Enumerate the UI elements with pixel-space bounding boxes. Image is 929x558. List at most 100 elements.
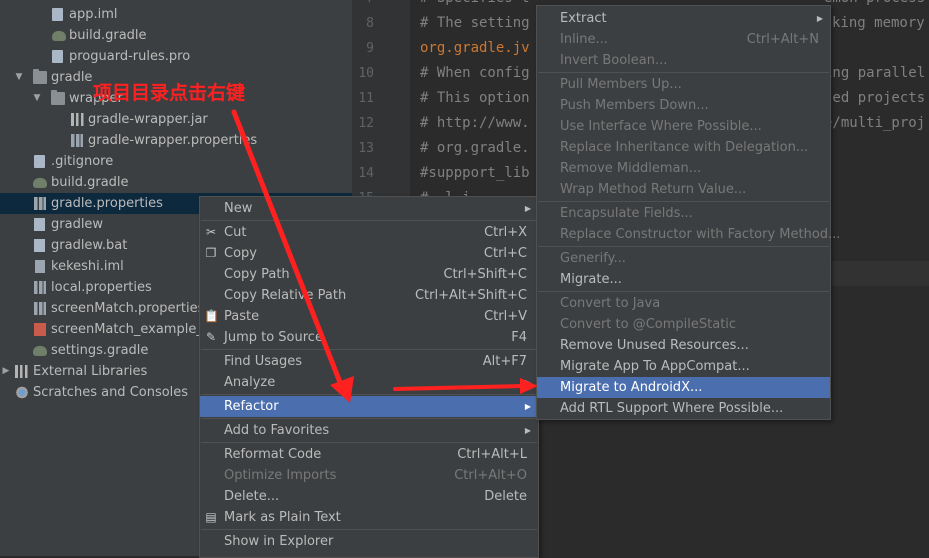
menu-item-replace-constructor[interactable]: Replace Constructor with Factory Method.… (537, 224, 840, 245)
menu-item-add-rtl-support[interactable]: Add RTL Support Where Possible... (537, 398, 830, 419)
menu-separator (201, 529, 537, 530)
tree-item-build-gradle-app[interactable]: build.gradle (0, 25, 352, 46)
tree-item-gitignore[interactable]: .gitignore (0, 151, 352, 172)
menu-item-convert-to-java[interactable]: Convert to Java (537, 293, 830, 314)
plain-text-icon: ▤ (205, 510, 217, 524)
gradle-icon (33, 178, 47, 188)
code-line-fragment: led projects (824, 90, 926, 106)
menu-item-paste[interactable]: 📋 Paste Ctrl+V (200, 306, 538, 327)
menu-item-optimize-imports[interactable]: Optimize Imports Ctrl+Alt+O (200, 465, 538, 486)
tree-item-proguard-rules[interactable]: proguard-rules.pro (0, 46, 352, 67)
menu-item-label: Inline... (560, 32, 608, 47)
menu-item-add-to-favorites[interactable]: Add to Favorites ▶ (200, 420, 538, 441)
pencil-icon: ✎ (205, 330, 217, 344)
menu-item-show-in-explorer[interactable]: Show in Explorer (200, 531, 538, 552)
menu-item-delete[interactable]: Delete... Delete (200, 486, 538, 507)
menu-item-shortcut: F4 (511, 330, 527, 345)
menu-item-jump-to-source[interactable]: ✎ Jump to Source F4 (200, 327, 538, 348)
menu-item-migrate-to-androidx[interactable]: Migrate to AndroidX... (537, 377, 830, 398)
shell-file-icon (34, 239, 45, 252)
menu-item-label: Wrap Method Return Value... (560, 182, 747, 197)
expand-arrow-icon[interactable]: ▼ (13, 67, 25, 88)
tree-item-label: app.iml (69, 7, 118, 22)
menu-item-copy-relative-path[interactable]: Copy Relative Path Ctrl+Alt+Shift+C (200, 285, 538, 306)
code-line: # When config (420, 65, 530, 81)
submenu-arrow-icon: ▶ (524, 426, 531, 435)
code-line: # Specifies t (420, 0, 530, 11)
code-line-fragment: ing parallel (824, 65, 926, 81)
menu-item-remove-middleman[interactable]: Remove Middleman... (537, 158, 830, 179)
menu-item-label: Show in Explorer (224, 534, 334, 549)
tree-item-gradle-wrapper-jar[interactable]: gradle-wrapper.jar (0, 109, 352, 130)
code-line: # http://www. (420, 115, 530, 131)
menu-separator (538, 291, 829, 292)
code-line: # This option (420, 90, 530, 106)
properties-icon (34, 302, 46, 315)
menu-item-copy[interactable]: ❐ Copy Ctrl+C (200, 243, 538, 264)
line-number: 10 (358, 66, 374, 81)
menu-item-label: Push Members Down... (560, 98, 709, 113)
menu-item-label: Copy Path (224, 267, 290, 282)
menu-item-analyze[interactable]: Analyze ▶ (200, 372, 538, 393)
module-file-icon (35, 260, 45, 273)
tree-item-build-gradle-root[interactable]: build.gradle (0, 172, 352, 193)
submenu-arrow-icon: ▶ (524, 402, 531, 411)
menu-item-label: Copy (224, 246, 257, 261)
submenu-arrow-icon: ▶ (524, 204, 531, 213)
menu-item-pull-members-up[interactable]: Pull Members Up... (537, 74, 830, 95)
menu-item-wrap-method-return-value[interactable]: Wrap Method Return Value... (537, 179, 830, 200)
menu-item-label: Reformat Code (224, 447, 322, 462)
scissors-icon: ✂ (205, 225, 217, 239)
menu-item-convert-to-compilestatic[interactable]: Convert to @CompileStatic (537, 314, 830, 335)
menu-item-reformat-code[interactable]: Reformat Code Ctrl+Alt+L (200, 444, 538, 465)
tree-item-label: gradle-wrapper.properties (88, 133, 258, 148)
menu-separator (538, 201, 829, 202)
tree-item-app-iml[interactable]: app.iml (0, 4, 352, 25)
menu-item-replace-inheritance[interactable]: Replace Inheritance with Delegation... (537, 137, 830, 158)
file-icon (52, 8, 63, 21)
tree-item-label: kekeshi.iml (51, 259, 124, 274)
file-icon (52, 50, 63, 63)
gradle-icon (33, 346, 47, 356)
menu-item-generify[interactable]: Generify... (537, 248, 830, 269)
menu-separator (538, 246, 829, 247)
menu-item-migrate[interactable]: Migrate... (537, 269, 830, 290)
menu-item-mark-as-plain-text[interactable]: ▤ Mark as Plain Text (200, 507, 538, 528)
menu-item-invert-boolean[interactable]: Invert Boolean... (537, 50, 830, 71)
menu-item-label: Add RTL Support Where Possible... (560, 401, 784, 416)
menu-item-copy-path[interactable]: Copy Path Ctrl+Shift+C (200, 264, 538, 285)
menu-item-extract[interactable]: Extract ▶ (537, 8, 830, 29)
menu-item-push-members-down[interactable]: Push Members Down... (537, 95, 830, 116)
shell-file-icon (34, 218, 45, 231)
menu-item-inline[interactable]: Inline... Ctrl+Alt+N (537, 29, 830, 50)
menu-item-label: Pull Members Up... (560, 77, 682, 92)
menu-item-shortcut: Ctrl+C (483, 246, 527, 261)
menu-item-find-usages[interactable]: Find Usages Alt+F7 (200, 351, 538, 372)
clipboard-icon: 📋 (204, 309, 219, 323)
menu-item-refactor[interactable]: Refactor ▶ (200, 396, 538, 417)
menu-item-cut[interactable]: ✂ Cut Ctrl+X (200, 222, 538, 243)
tree-item-label: local.properties (51, 280, 152, 295)
menu-item-label: Delete... (224, 489, 280, 504)
menu-item-new[interactable]: New ▶ (200, 198, 538, 219)
context-menu: New ▶ ✂ Cut Ctrl+X ❐ Copy Ctrl+C Copy Pa… (199, 196, 539, 558)
menu-item-label: Replace Constructor with Factory Method.… (560, 227, 841, 242)
tree-item-label: gradle.properties (51, 196, 163, 211)
expand-arrow-icon[interactable]: ▶ (0, 361, 12, 382)
menu-item-use-interface[interactable]: Use Interface Where Possible... (537, 116, 830, 137)
libraries-icon (15, 365, 29, 378)
menu-item-label: Remove Unused Resources... (560, 338, 749, 353)
menu-item-label: Optimize Imports (224, 468, 337, 483)
menu-item-encapsulate-fields[interactable]: Encapsulate Fields... (537, 203, 830, 224)
menu-item-remove-unused-resources[interactable]: Remove Unused Resources... (537, 335, 830, 356)
code-line: # org.gradle. (420, 140, 530, 156)
copy-icon: ❐ (205, 246, 217, 260)
menu-item-label: Remove Middleman... (560, 161, 702, 176)
menu-item-migrate-app-to-appcompat[interactable]: Migrate App To AppCompat... (537, 356, 830, 377)
menu-separator (201, 418, 537, 419)
tree-item-gradle-wrapper-properties[interactable]: gradle-wrapper.properties (0, 130, 352, 151)
line-number: 13 (358, 141, 374, 156)
menu-item-label: Extract (560, 11, 607, 26)
expand-arrow-icon[interactable]: ▼ (31, 88, 43, 109)
menu-item-label: Use Interface Where Possible... (560, 119, 762, 134)
